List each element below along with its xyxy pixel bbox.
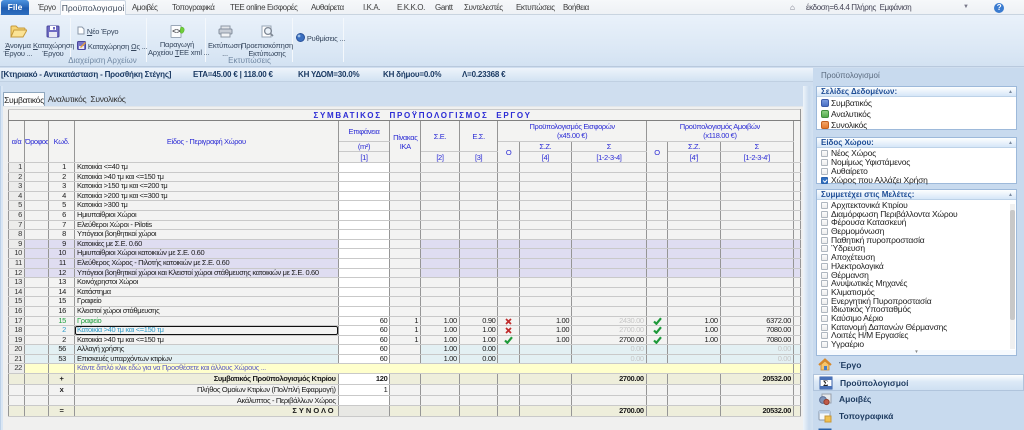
svg-text:Σ: Σ xyxy=(823,379,828,388)
